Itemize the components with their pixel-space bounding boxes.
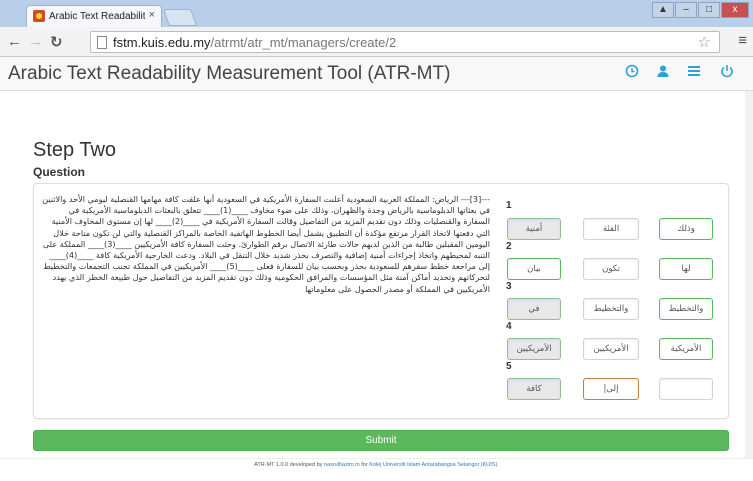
url-text: fstm.kuis.edu.my/atrmt/atr_mt/managers/c…	[113, 35, 396, 50]
window-controls: ▲ – □ x	[651, 2, 749, 18]
clock-icon[interactable]	[623, 64, 641, 82]
page-icon	[97, 36, 107, 49]
new-tab-button[interactable]	[162, 9, 198, 26]
reload-icon[interactable]: ↻	[50, 33, 63, 51]
window-user-button[interactable]: ▲	[652, 2, 674, 18]
option-button[interactable]: الأمريكية	[659, 338, 713, 360]
bookmark-star-icon[interactable]: ☆	[698, 33, 711, 51]
browser-toolbar: ← → ↻ fstm.kuis.edu.my/atrmt/atr_mt/mana…	[0, 27, 753, 57]
footer-text: .	[497, 462, 499, 468]
option-button[interactable]: الأمريكيين	[507, 338, 561, 360]
step-title: Step Two	[33, 139, 117, 161]
option-button[interactable]: والتخطيط	[583, 298, 639, 320]
organization-link[interactable]: Kolej Universiti Islam Antarabangsa Sela…	[369, 462, 497, 468]
question-number: 3	[506, 281, 512, 292]
browser-tab[interactable]: Arabic Text Readability Meas ×	[26, 5, 162, 27]
app-title[interactable]: Arabic Text Readability Measurement Tool…	[8, 63, 450, 85]
question-number: 1	[506, 200, 512, 211]
submit-button[interactable]: Submit	[33, 430, 729, 451]
back-arrow-icon[interactable]: ←	[7, 33, 22, 50]
tab-close-icon[interactable]: ×	[149, 9, 155, 21]
option-button[interactable]: إلى|	[583, 378, 639, 400]
footer-text: for	[359, 462, 370, 468]
forward-arrow-icon[interactable]: →	[28, 33, 43, 50]
question-label: Question	[33, 165, 86, 179]
option-button[interactable]: الفئة	[583, 218, 639, 240]
close-window-button[interactable]: x	[721, 2, 749, 18]
address-bar[interactable]: fstm.kuis.edu.my/atrmt/atr_mt/managers/c…	[90, 31, 720, 53]
option-button[interactable]: والتخطيط	[659, 298, 713, 320]
user-icon[interactable]	[654, 64, 672, 82]
footer-text: ATR-MT 1.0.0 developed by	[254, 462, 324, 468]
url-path: /atrmt/atr_mt/managers/create/2	[210, 35, 397, 50]
option-button[interactable]: وذلك	[659, 218, 713, 240]
minimize-button[interactable]: –	[675, 2, 697, 18]
question-number: 4	[506, 321, 512, 332]
option-button[interactable]	[659, 378, 713, 400]
option-button[interactable]: لها	[659, 258, 713, 280]
maximize-button[interactable]: □	[698, 2, 720, 18]
tab-strip: Arabic Text Readability Meas × ▲ – □ x	[0, 0, 753, 27]
option-button[interactable]: في	[507, 298, 561, 320]
site-favicon-icon	[33, 10, 45, 22]
question-number: 5	[506, 361, 512, 372]
option-button[interactable]: كافة	[507, 378, 561, 400]
browser-menu-icon[interactable]: ≡	[738, 32, 747, 49]
browser-chrome: Arabic Text Readability Meas × ▲ – □ x ←…	[0, 0, 753, 57]
option-button[interactable]: الأمريكيين	[583, 338, 639, 360]
option-button[interactable]: أمنية	[507, 218, 561, 240]
tab-title: Arabic Text Readability Meas	[49, 11, 145, 22]
author-link[interactable]: nasrulhazim.m	[324, 462, 360, 468]
option-button[interactable]: تكون	[583, 258, 639, 280]
url-host: fstm.kuis.edu.my	[113, 35, 211, 50]
question-number: 2	[506, 241, 512, 252]
vertical-scrollbar[interactable]	[745, 91, 753, 458]
list-icon[interactable]	[685, 64, 703, 82]
passage-text: ---[3]--- الرياض: المملكة العربية السعود…	[42, 194, 490, 294]
power-icon[interactable]	[718, 64, 736, 82]
footer: ATR-MT 1.0.0 developed by nasrulhazim.m …	[0, 458, 753, 481]
option-button[interactable]: بيان	[507, 258, 561, 280]
app-navbar: Arabic Text Readability Measurement Tool…	[0, 57, 753, 91]
